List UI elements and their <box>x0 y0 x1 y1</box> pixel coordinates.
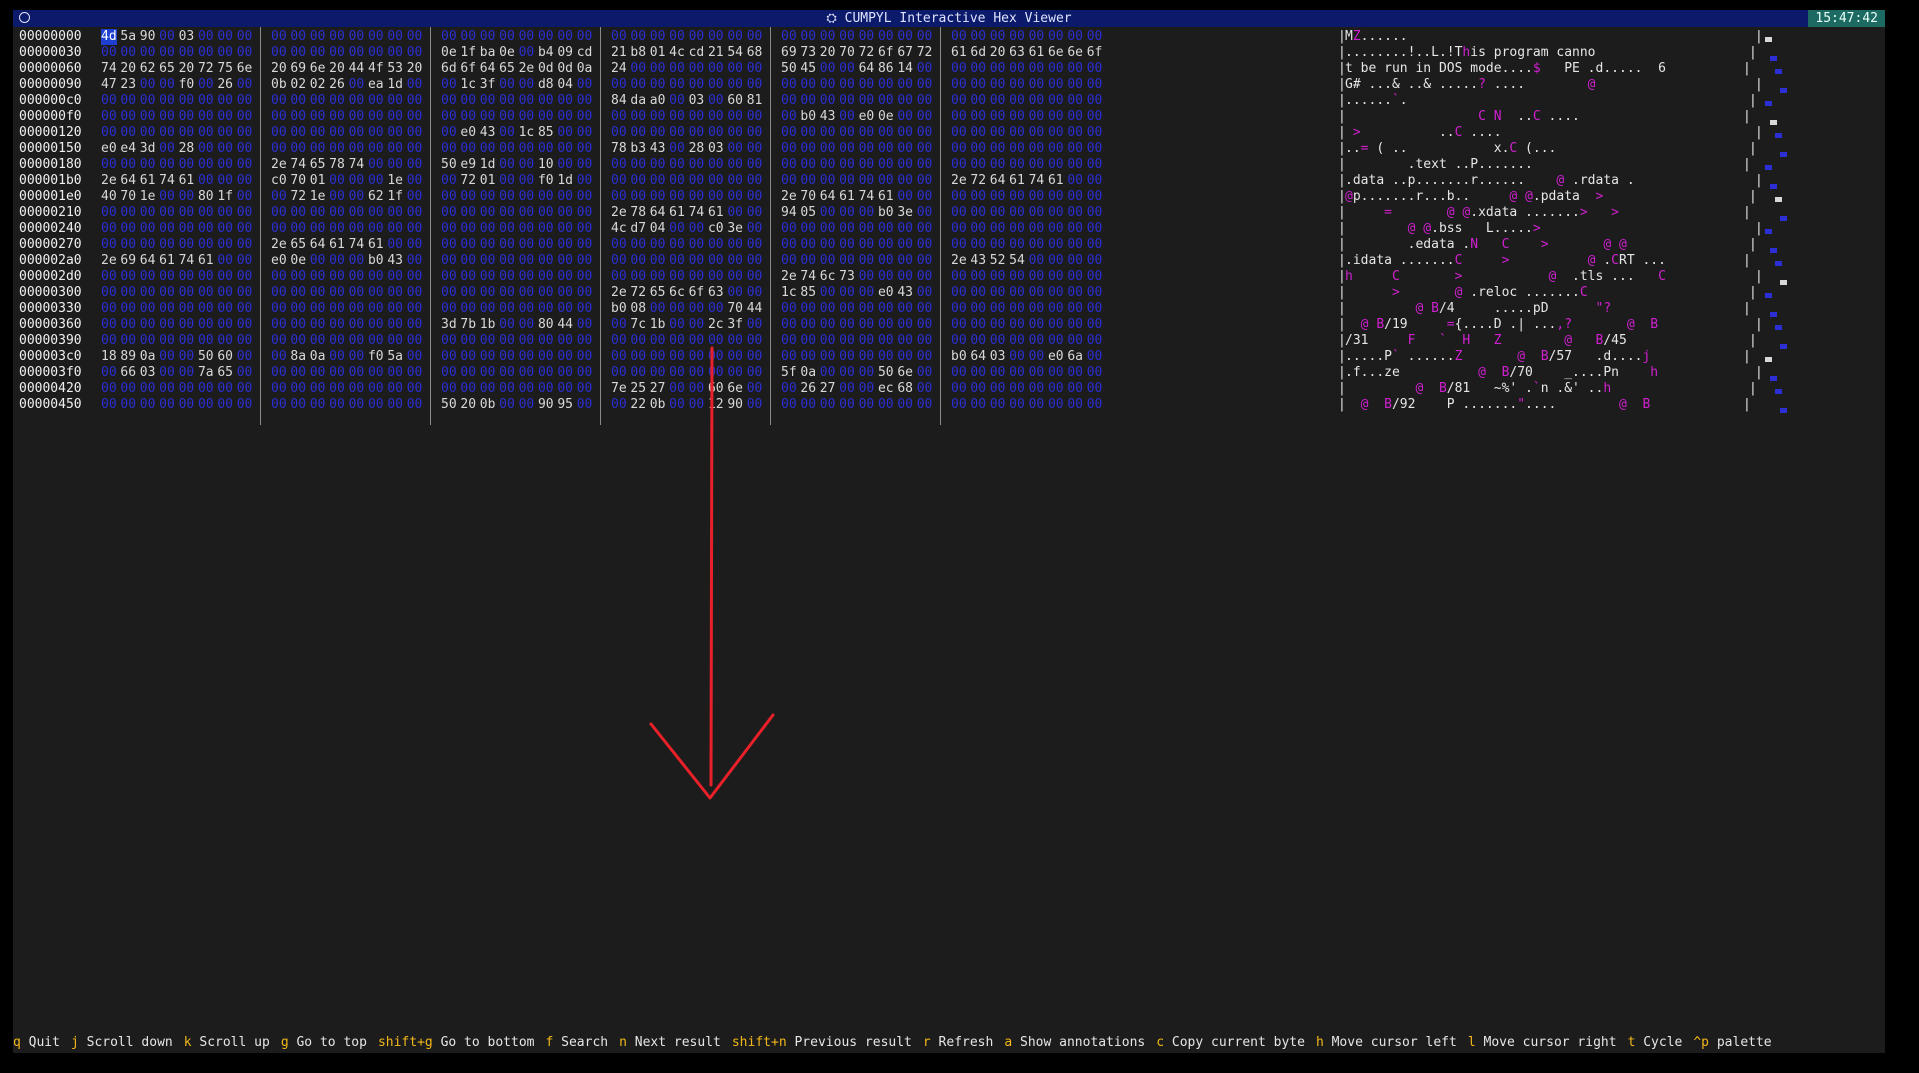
key-hint: shift+n <box>731 1035 795 1050</box>
key-hint: a <box>1004 1035 1020 1050</box>
key-hint: q <box>13 1035 29 1050</box>
key-hint: g <box>280 1035 297 1050</box>
column-divider <box>260 27 261 425</box>
key-label: Refresh <box>938 1035 994 1050</box>
key-hint: shift+g <box>377 1035 441 1050</box>
keybinding-scroll-up[interactable]: k Scroll up <box>184 1035 270 1050</box>
keybinding-copy-current-byte[interactable]: c Copy current byte <box>1156 1035 1305 1050</box>
key-hint: c <box>1156 1035 1172 1050</box>
column-divider <box>430 27 431 425</box>
keybinding-go-to-bottom[interactable]: shift+g Go to bottom <box>378 1035 535 1050</box>
key-hint: l <box>1467 1035 1484 1050</box>
keybinding-next-result[interactable]: n Next result <box>619 1035 721 1050</box>
key-hint: h <box>1315 1035 1332 1050</box>
key-label: Cycle <box>1643 1035 1683 1050</box>
keybinding-quit[interactable]: q Quit <box>13 1035 60 1050</box>
keybinding-show-annotations[interactable]: a Show annotations <box>1004 1035 1145 1050</box>
key-hint: k <box>183 1035 200 1050</box>
key-label: Next result <box>634 1035 721 1050</box>
key-label: Move cursor right <box>1483 1035 1617 1050</box>
column-divider <box>600 27 601 425</box>
key-hint: ^p <box>1693 1035 1717 1050</box>
keybinding-move-cursor-right[interactable]: l Move cursor right <box>1468 1035 1617 1050</box>
keybinding-footer: q Quit j Scroll down k Scroll up g Go to to… <box>13 1033 1885 1053</box>
key-label: Quit <box>28 1035 60 1050</box>
column-divider <box>940 27 941 425</box>
terminal-window: ⛭ CUMPYL Interactive Hex Viewer 15:47:42… <box>13 10 1885 1053</box>
keybinding-go-to-top[interactable]: g Go to top <box>281 1035 367 1050</box>
key-label: Go to top <box>296 1035 367 1050</box>
key-hint: f <box>545 1035 562 1050</box>
key-hint: r <box>922 1035 939 1050</box>
key-hint: t <box>1627 1035 1644 1050</box>
keybinding-cycle[interactable]: t Cycle <box>1628 1035 1683 1050</box>
key-hint: n <box>619 1035 635 1050</box>
key-hint: j <box>70 1035 87 1050</box>
key-label: Scroll up <box>199 1035 270 1050</box>
keybinding-palette[interactable]: ^p palette <box>1693 1035 1771 1050</box>
keybinding-search[interactable]: f Search <box>545 1035 608 1050</box>
red-arrow-annotation <box>649 346 775 800</box>
key-label: Search <box>561 1035 609 1050</box>
keybinding-move-cursor-left[interactable]: h Move cursor left <box>1316 1035 1457 1050</box>
key-label: palette <box>1716 1035 1772 1050</box>
key-label: Go to bottom <box>440 1035 535 1050</box>
key-label: Scroll down <box>86 1035 173 1050</box>
column-divider <box>770 27 771 425</box>
keybinding-scroll-down[interactable]: j Scroll down <box>71 1035 173 1050</box>
key-label: Copy current byte <box>1171 1035 1305 1050</box>
keybinding-previous-result[interactable]: shift+n Previous result <box>732 1035 912 1050</box>
key-label: Move cursor left <box>1331 1035 1457 1050</box>
key-label: Previous result <box>794 1035 912 1050</box>
keybinding-refresh[interactable]: r Refresh <box>923 1035 993 1050</box>
key-label: Show annotations <box>1020 1035 1146 1050</box>
